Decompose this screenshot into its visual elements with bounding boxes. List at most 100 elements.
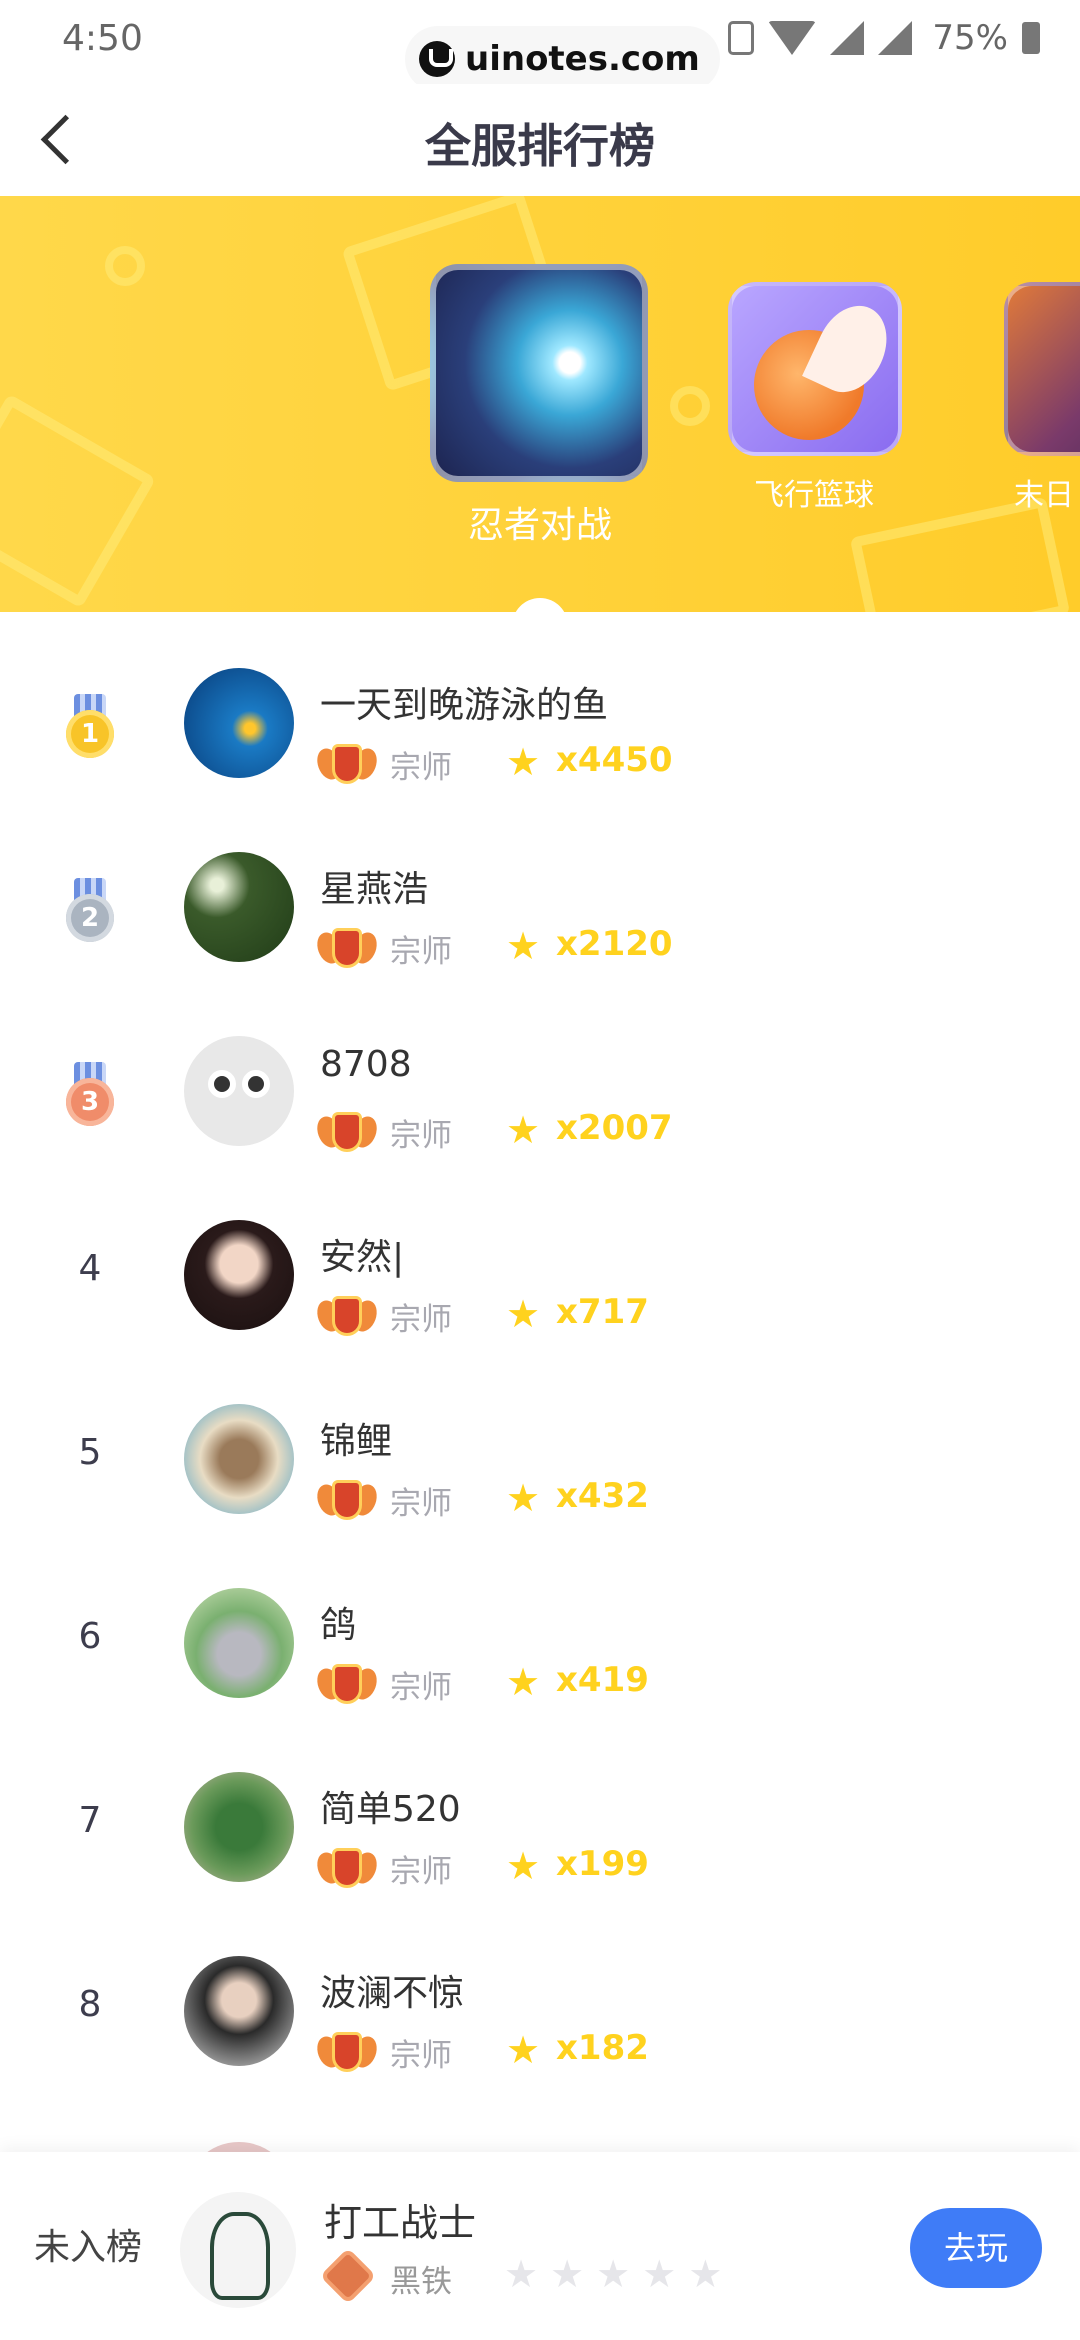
player-tier: 宗师 xyxy=(390,2038,452,2074)
game-name: 末日 xyxy=(1014,478,1074,513)
battery-percent: 75% xyxy=(932,18,1008,58)
rank-number: 8 xyxy=(78,1984,102,2025)
my-stars: ★ ★ ★ ★ ★ xyxy=(504,2252,722,2296)
player-score: x2007 xyxy=(556,1108,673,1148)
ranking-row[interactable]: 2 星燕浩 宗师 ★ x2120 xyxy=(0,814,1080,998)
rank-number: 6 xyxy=(78,1616,102,1657)
player-name: 8708 xyxy=(320,1044,412,1085)
star-icon: ★ xyxy=(506,1844,541,1888)
ranking-row[interactable]: 1 一天到晚游泳的鱼 宗师 ★ x4450 xyxy=(0,630,1080,814)
rank-badge-icon xyxy=(313,926,381,970)
game-name: 忍者对战 xyxy=(467,505,612,546)
star-icon: ★ xyxy=(596,2252,631,2296)
player-name: 鸽 xyxy=(320,1605,357,1646)
rank-number: 4 xyxy=(78,1248,102,1289)
star-icon: ★ xyxy=(506,1660,541,1704)
leaderboard-screen: 4:50 uinotes.com 75% 全服排行榜 忍者对战 飞行篮球 末日 … xyxy=(0,0,1080,2340)
my-tier: 黑铁 xyxy=(390,2264,452,2300)
my-rank-bar: 未入榜 打工战士 黑铁 ★ ★ ★ ★ ★ 去玩 xyxy=(0,2152,1080,2340)
bronze-medal-icon: 3 xyxy=(64,1062,116,1132)
player-name: 安然| xyxy=(320,1237,405,1278)
rank-badge-icon xyxy=(313,1846,381,1890)
star-icon: ★ xyxy=(506,2028,541,2072)
my-name: 打工战士 xyxy=(324,2201,477,2245)
play-button[interactable]: 去玩 xyxy=(910,2208,1042,2288)
ranking-row[interactable]: 7 简单520 宗师 ★ x199 xyxy=(0,1734,1080,1918)
player-tier: 宗师 xyxy=(390,1854,452,1890)
avatar[interactable] xyxy=(184,1772,294,1882)
player-tier: 宗师 xyxy=(390,934,452,970)
star-icon: ★ xyxy=(506,1108,541,1152)
player-name: 波澜不惊 xyxy=(320,1973,465,2014)
player-tier: 宗师 xyxy=(390,1670,452,1706)
battery-icon xyxy=(1022,22,1040,54)
player-score: x182 xyxy=(556,2028,649,2068)
player-tier: 宗师 xyxy=(390,1118,452,1154)
avatar[interactable] xyxy=(184,1036,294,1146)
rank-badge-icon xyxy=(313,1110,381,1154)
ranking-row[interactable]: 5 锦鲤 宗师 ★ x432 xyxy=(0,1366,1080,1550)
status-time: 4:50 xyxy=(62,18,143,59)
avatar[interactable] xyxy=(184,1220,294,1330)
watermark-text: uinotes.com xyxy=(465,39,700,79)
ranking-row[interactable]: 3 8708 宗师 ★ x2007 xyxy=(0,998,1080,1182)
player-score: x432 xyxy=(556,1476,649,1516)
game-tab-third[interactable]: 末日 xyxy=(1004,282,1080,514)
my-avatar[interactable] xyxy=(180,2192,296,2308)
game-tab-basketball[interactable]: 飞行篮球 xyxy=(728,282,904,514)
player-tier: 宗师 xyxy=(390,750,452,786)
gold-medal-icon: 1 xyxy=(64,694,116,764)
decor-circle xyxy=(105,246,145,286)
player-name: 锦鲤 xyxy=(320,1421,393,1462)
ranking-row[interactable]: 6 鸽 宗师 ★ x419 xyxy=(0,1550,1080,1734)
player-score: x2120 xyxy=(556,924,673,964)
my-rank-status: 未入榜 xyxy=(34,2227,143,2268)
player-score: x4450 xyxy=(556,740,673,780)
rank-number: 5 xyxy=(78,1432,102,1473)
watermark: uinotes.com xyxy=(405,26,720,92)
player-score: x717 xyxy=(556,1292,649,1332)
player-name: 星燕浩 xyxy=(320,869,429,910)
decor-circle xyxy=(670,386,710,426)
game-thumbnail xyxy=(430,264,648,482)
star-icon: ★ xyxy=(506,1476,541,1520)
game-thumbnail xyxy=(1004,282,1080,456)
star-icon: ★ xyxy=(506,1292,541,1336)
page-title: 全服排行榜 xyxy=(425,119,655,173)
game-selector-banner: 忍者对战 飞行篮球 末日 xyxy=(0,196,1080,612)
iron-tier-icon xyxy=(319,2247,377,2305)
silver-medal-icon: 2 xyxy=(64,878,116,948)
watermark-logo-icon xyxy=(419,41,455,77)
star-icon: ★ xyxy=(550,2252,585,2296)
status-bar: 4:50 uinotes.com 75% xyxy=(0,0,1080,92)
avatar[interactable] xyxy=(184,1588,294,1698)
ranking-row[interactable]: 4 安然| 宗师 ★ x717 xyxy=(0,1182,1080,1366)
player-tier: 宗师 xyxy=(390,1302,452,1338)
avatar[interactable] xyxy=(184,852,294,962)
player-tier: 宗师 xyxy=(390,1486,452,1522)
wifi-icon xyxy=(768,21,817,55)
rank-badge-icon xyxy=(313,1294,381,1338)
rank-badge-icon xyxy=(313,2030,381,2074)
status-icons: 75% xyxy=(728,18,1040,58)
rank-badge-icon xyxy=(313,1478,381,1522)
avatar[interactable] xyxy=(184,1956,294,2066)
decor-shape xyxy=(0,393,157,609)
star-icon: ★ xyxy=(506,740,541,784)
game-name: 飞行篮球 xyxy=(754,478,874,513)
rank-badge-icon xyxy=(313,742,381,786)
star-icon: ★ xyxy=(506,924,541,968)
game-tab-ninja[interactable]: 忍者对战 xyxy=(430,264,650,548)
avatar[interactable] xyxy=(184,1404,294,1514)
star-icon: ★ xyxy=(642,2252,677,2296)
star-icon: ★ xyxy=(504,2252,539,2296)
ranking-row[interactable]: 8 波澜不惊 宗师 ★ x182 xyxy=(0,1918,1080,2102)
player-name: 一天到晚游泳的鱼 xyxy=(320,685,609,726)
signal-icon xyxy=(830,21,865,55)
avatar[interactable] xyxy=(184,668,294,778)
signal-icon-2 xyxy=(878,21,913,55)
rank-badge-icon xyxy=(313,1662,381,1706)
app-header: 全服排行榜 xyxy=(0,84,1080,196)
rank-number: 7 xyxy=(78,1800,102,1841)
player-score: x199 xyxy=(556,1844,649,1884)
